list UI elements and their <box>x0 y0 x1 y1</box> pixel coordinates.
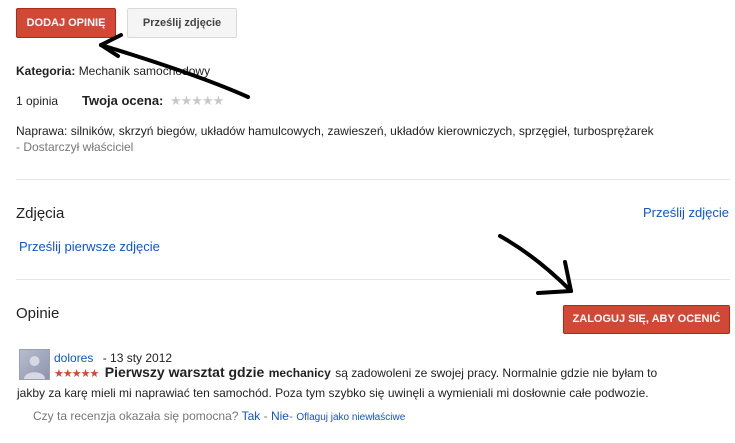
annotation-arrow-bottom <box>498 234 573 295</box>
